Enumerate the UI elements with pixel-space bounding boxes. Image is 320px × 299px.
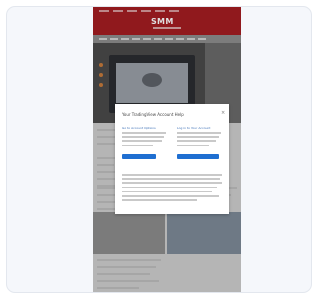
close-icon[interactable]: × — [221, 110, 225, 116]
left-action-button[interactable] — [122, 154, 156, 159]
right-column-text — [177, 132, 221, 149]
left-column-text — [122, 132, 166, 149]
consent-modal: Your TradingView Account Help × Go to Ac… — [115, 104, 229, 214]
consent-detail-text — [122, 174, 222, 203]
consent-modal-title: Your TradingView Account Help — [122, 112, 184, 117]
preview-card: SMM Your TradingView Account Help × Go t… — [6, 6, 312, 293]
left-column-heading: Go to Account Options — [122, 126, 156, 130]
right-column-heading: Log in to Your Account — [177, 126, 211, 130]
right-action-button[interactable] — [177, 154, 219, 159]
